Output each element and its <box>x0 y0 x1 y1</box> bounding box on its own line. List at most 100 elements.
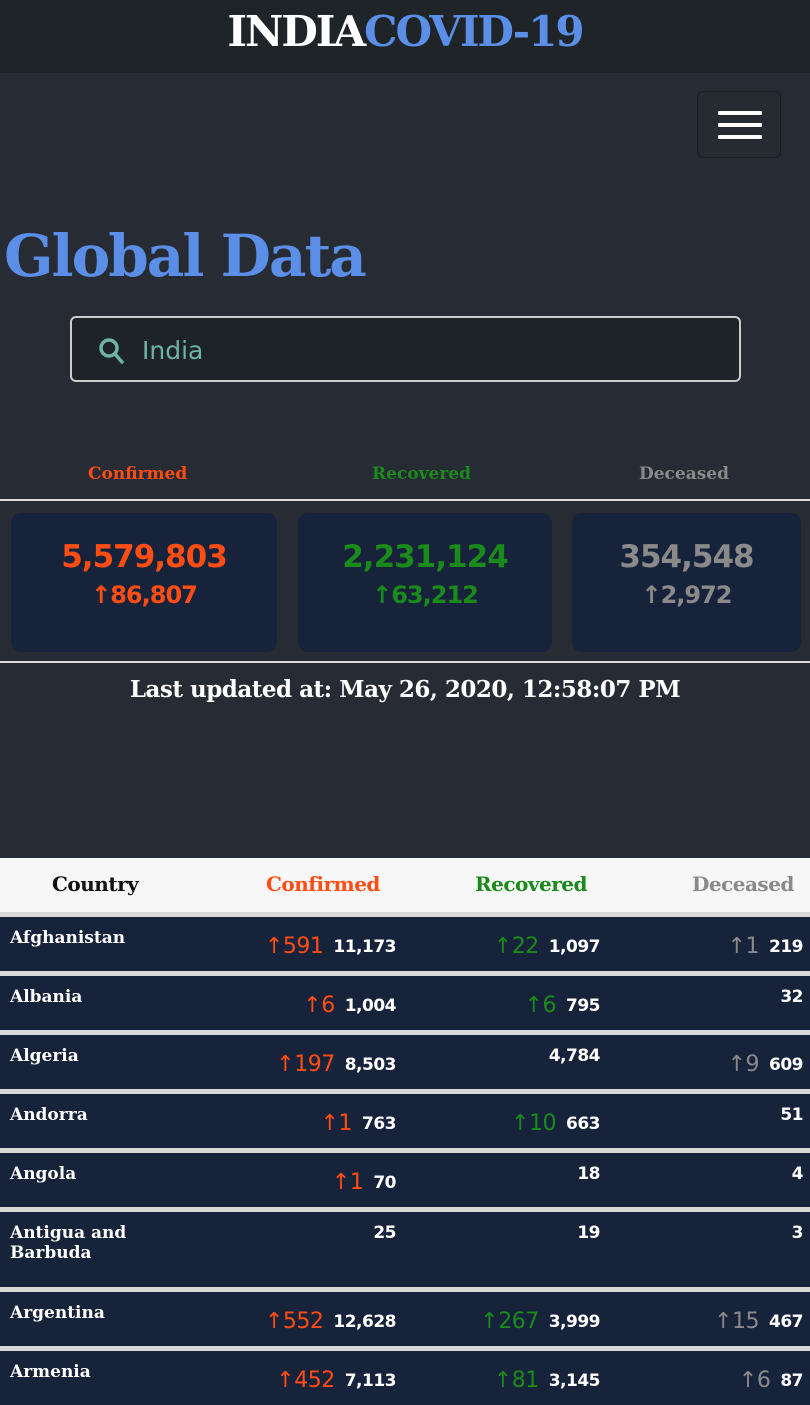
recovered-value: 3,999 <box>548 1312 601 1332</box>
table-row[interactable]: Angola ↑1 70 18 4 <box>0 1148 810 1207</box>
recovered-value: 3,145 <box>548 1371 601 1391</box>
deceased-label: Deceased <box>639 464 730 484</box>
deceased-delta: ↑1 <box>727 934 760 959</box>
recovered-total: 2,231,124 <box>342 539 509 575</box>
recovered-delta: ↑6 <box>524 993 557 1018</box>
deceased-cell: 4 <box>791 1164 804 1184</box>
confirmed-delta: ↑1 <box>331 1170 364 1195</box>
recovered-value: 4,784 <box>548 1046 601 1066</box>
deceased-cell: 3 <box>791 1223 804 1243</box>
recovered-delta: ↑63,212 <box>372 581 479 609</box>
deceased-card: 354,548 ↑2,972 <box>572 513 801 652</box>
deceased-cell: ↑9 609 <box>727 1051 804 1077</box>
confirmed-value: 7,113 <box>344 1371 397 1391</box>
confirmed-delta: ↑591 <box>264 934 324 959</box>
recovered-cell: 4,784 <box>548 1046 601 1066</box>
country-name: Afghanistan <box>10 928 126 948</box>
deceased-value: 467 <box>769 1312 804 1332</box>
confirmed-delta: ↑1 <box>320 1111 353 1136</box>
recovered-cell: 19 <box>577 1223 600 1243</box>
confirmed-delta: ↑197 <box>276 1052 335 1077</box>
recovered-cell: ↑22 1,097 <box>493 933 601 959</box>
col-confirmed[interactable]: Confirmed <box>266 872 380 896</box>
deceased-cell: 32 <box>780 987 803 1007</box>
confirmed-cell: ↑6 1,004 <box>303 992 397 1018</box>
recovered-cell: ↑267 3,999 <box>480 1308 601 1334</box>
recovered-cell: ↑6 795 <box>524 992 601 1018</box>
country-table: Afghanistan ↑591 11,173 ↑22 1,097 ↑1 219 Albani… <box>0 912 810 1405</box>
confirmed-delta: ↑552 <box>264 1309 324 1334</box>
confirmed-cell: ↑552 12,628 <box>264 1308 397 1334</box>
deceased-value: 87 <box>780 1371 803 1391</box>
country-name: Andorra <box>10 1105 88 1125</box>
recovered-value: 1,097 <box>548 937 601 957</box>
recovered-value: 795 <box>566 996 601 1016</box>
deceased-value: 219 <box>769 937 804 957</box>
country-name: Armenia <box>10 1362 91 1382</box>
deceased-value: 609 <box>769 1055 804 1075</box>
deceased-value: 32 <box>780 987 803 1007</box>
col-deceased[interactable]: Deceased <box>692 872 794 896</box>
confirmed-value: 1,004 <box>344 996 397 1016</box>
col-country[interactable]: Country <box>52 872 139 896</box>
brand-covid[interactable]: COVID-19 <box>364 7 585 56</box>
confirmed-card: 5,579,803 ↑86,807 <box>11 513 277 652</box>
recovered-delta: ↑81 <box>493 1368 539 1393</box>
confirmed-cell: ↑591 11,173 <box>264 933 397 959</box>
confirmed-total: 5,579,803 <box>61 539 228 575</box>
deceased-delta: ↑15 <box>714 1309 759 1334</box>
app-header: INDIACOVID-19 <box>0 0 810 73</box>
confirmed-cell: ↑197 8,503 <box>276 1051 397 1077</box>
confirmed-delta: ↑452 <box>276 1368 335 1393</box>
table-row[interactable]: Afghanistan ↑591 11,173 ↑22 1,097 ↑1 219 <box>0 912 810 971</box>
search-input[interactable] <box>142 330 722 370</box>
country-name: Argentina <box>10 1303 105 1323</box>
confirmed-value: 11,173 <box>333 937 396 957</box>
country-name: Angola <box>10 1164 77 1184</box>
recovered-value: 18 <box>577 1164 600 1184</box>
menu-toggle-button[interactable] <box>697 91 781 158</box>
recovered-delta: ↑10 <box>511 1111 556 1136</box>
search-icon <box>99 338 124 364</box>
deceased-delta: ↑9 <box>727 1052 760 1077</box>
deceased-value: 51 <box>780 1105 803 1125</box>
confirmed-value: 25 <box>373 1223 396 1243</box>
confirmed-value: 70 <box>373 1173 396 1193</box>
recovered-cell: 18 <box>577 1164 600 1184</box>
deceased-cell: 51 <box>780 1105 803 1125</box>
confirmed-value: 12,628 <box>333 1312 396 1332</box>
table-row[interactable]: Argentina ↑552 12,628 ↑267 3,999 ↑15 467 <box>0 1287 810 1346</box>
table-row[interactable]: Andorra ↑1 763 ↑10 663 51 <box>0 1089 810 1148</box>
confirmed-value: 8,503 <box>344 1055 397 1075</box>
recovered-delta: ↑22 <box>493 934 539 959</box>
table-header: Country Confirmed Recovered Deceased <box>0 858 810 912</box>
table-row[interactable]: Algeria ↑197 8,503 4,784 ↑9 609 <box>0 1030 810 1089</box>
col-recovered[interactable]: Recovered <box>475 872 587 896</box>
deceased-delta: ↑2,972 <box>641 581 732 609</box>
recovered-card: 2,231,124 ↑63,212 <box>298 513 552 652</box>
confirmed-delta: ↑6 <box>303 993 335 1018</box>
recovered-delta: ↑267 <box>480 1309 539 1334</box>
deceased-cell: ↑15 467 <box>714 1308 804 1334</box>
recovered-cell: ↑81 3,145 <box>493 1367 601 1393</box>
table-row[interactable]: Albania ↑6 1,004 ↑6 795 32 <box>0 971 810 1030</box>
confirmed-cell: ↑1 70 <box>331 1169 397 1195</box>
recovered-value: 663 <box>566 1114 601 1134</box>
country-name: Algeria <box>10 1046 79 1066</box>
country-name: Antigua and Barbuda <box>10 1223 127 1263</box>
deceased-cell: ↑1 219 <box>727 933 804 959</box>
deceased-value: 4 <box>791 1164 804 1184</box>
table-row[interactable]: Armenia ↑452 7,113 ↑81 3,145 ↑6 87 <box>0 1346 810 1405</box>
confirmed-value: 763 <box>362 1114 397 1134</box>
search-box[interactable] <box>70 316 741 382</box>
brand-india[interactable]: INDIA <box>227 7 366 56</box>
confirmed-label: Confirmed <box>88 464 188 484</box>
confirmed-delta: ↑86,807 <box>91 581 198 609</box>
table-row[interactable]: Antigua and Barbuda 25 19 3 <box>0 1207 810 1287</box>
deceased-delta: ↑6 <box>738 1368 771 1393</box>
divider <box>0 499 810 501</box>
deceased-value: 3 <box>791 1223 804 1243</box>
confirmed-cell: ↑1 763 <box>320 1110 397 1136</box>
confirmed-cell: 25 <box>373 1223 396 1243</box>
page-title: Global Data <box>4 222 367 290</box>
